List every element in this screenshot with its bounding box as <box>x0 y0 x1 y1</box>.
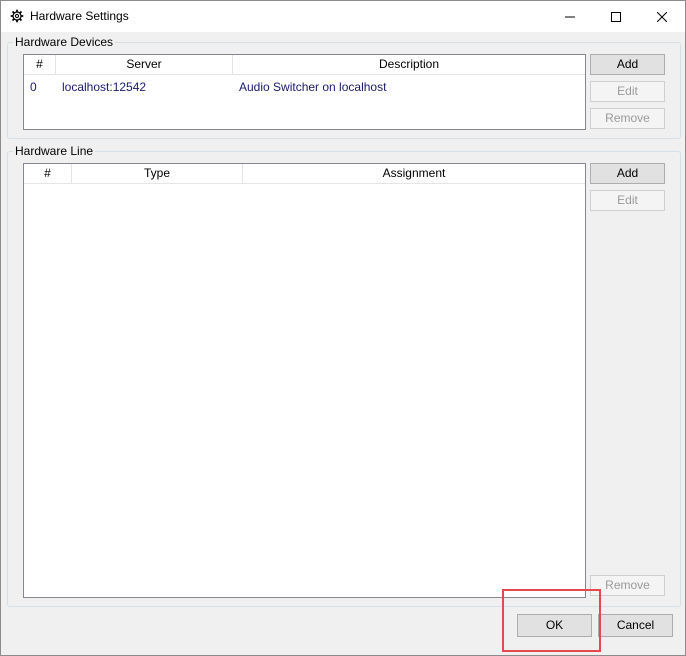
column-header-type[interactable]: Type <box>72 164 243 183</box>
column-header-assignment[interactable]: Assignment <box>243 164 585 183</box>
row-description: Audio Switcher on localhost <box>239 80 387 94</box>
table-row[interactable]: 0 localhost:12542 Audio Switcher on loca… <box>24 78 585 96</box>
hardware-devices-header: # Server Description <box>24 55 585 75</box>
devices-edit-button[interactable]: Edit <box>590 81 665 102</box>
cancel-button[interactable]: Cancel <box>598 614 673 637</box>
close-icon <box>657 11 667 22</box>
maximize-icon <box>611 11 621 22</box>
hardware-line-label: Hardware Line <box>13 144 96 158</box>
minimize-button[interactable] <box>547 1 593 32</box>
column-header-index[interactable]: # <box>24 55 56 74</box>
devices-remove-button[interactable]: Remove <box>590 108 665 129</box>
window-title: Hardware Settings <box>30 9 129 23</box>
hardware-line-list[interactable]: # Type Assignment <box>23 163 586 598</box>
ok-button[interactable]: OK <box>517 614 592 637</box>
devices-add-button[interactable]: Add <box>590 54 665 75</box>
line-edit-button[interactable]: Edit <box>590 190 665 211</box>
column-header-description[interactable]: Description <box>233 55 585 74</box>
hardware-devices-list[interactable]: # Server Description 0 localhost:12542 A… <box>23 54 586 130</box>
gear-icon <box>10 9 24 23</box>
row-server: localhost:12542 <box>62 80 147 94</box>
minimize-icon <box>565 16 575 17</box>
title-bar[interactable]: Hardware Settings <box>1 1 685 32</box>
hardware-devices-label: Hardware Devices <box>13 35 116 49</box>
close-button[interactable] <box>639 1 685 32</box>
line-add-button[interactable]: Add <box>590 163 665 184</box>
hardware-line-header: # Type Assignment <box>24 164 585 184</box>
row-index: 0 <box>30 80 37 94</box>
line-remove-button[interactable]: Remove <box>590 575 665 596</box>
maximize-button[interactable] <box>593 1 639 32</box>
hardware-settings-window: Hardware Settings Hardware Devices # Ser… <box>0 0 686 656</box>
column-header-server[interactable]: Server <box>56 55 233 74</box>
column-header-index[interactable]: # <box>24 164 72 183</box>
